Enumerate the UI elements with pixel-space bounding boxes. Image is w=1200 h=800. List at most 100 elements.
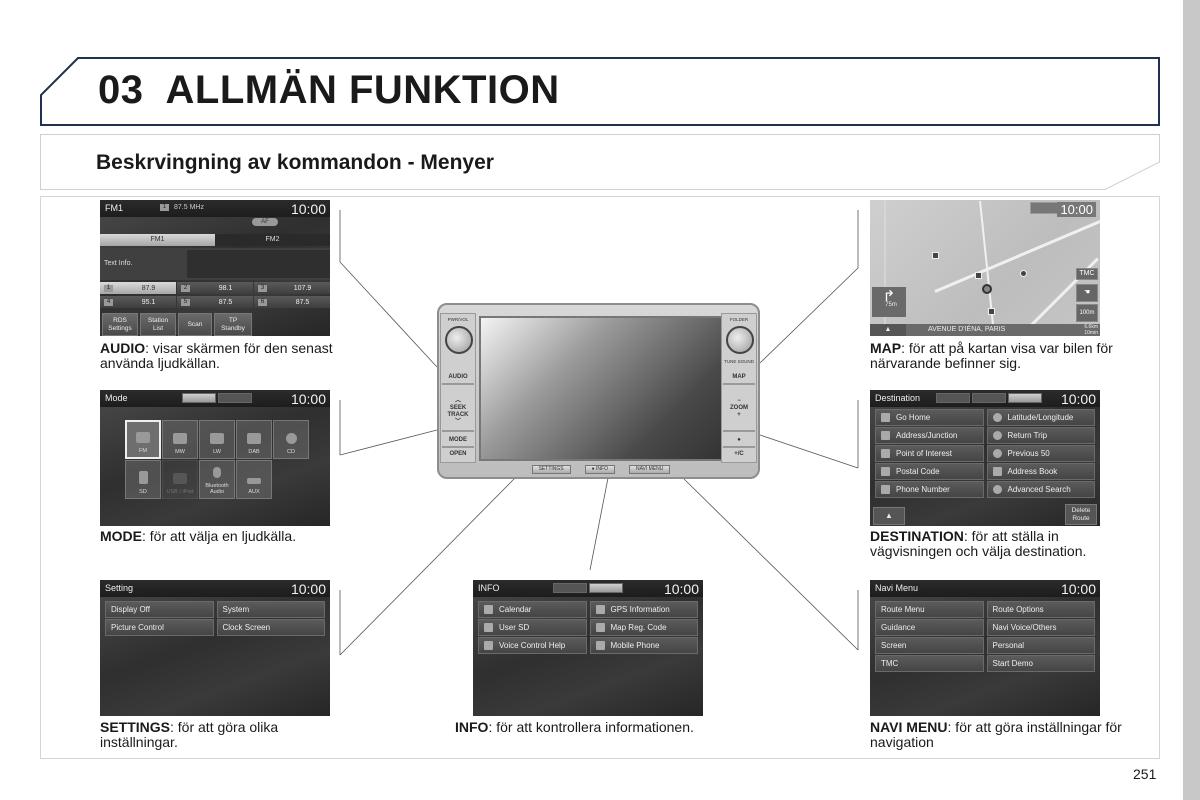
source-label: AUX bbox=[248, 489, 260, 495]
info-tab-2[interactable] bbox=[589, 583, 623, 593]
source-aux[interactable]: AUX bbox=[236, 460, 272, 499]
trip-info: 6.6km 10min bbox=[1084, 324, 1098, 336]
station-list-button[interactable]: Station List bbox=[140, 313, 176, 336]
postal-code-button[interactable]: Postal Code bbox=[875, 463, 984, 480]
tmc-button[interactable]: TMC bbox=[875, 655, 984, 672]
section-title: Beskrvingning av kommandon - Menyer bbox=[96, 151, 494, 174]
zoom-button[interactable]: − ZOOM + bbox=[723, 392, 755, 432]
mode-hard-button[interactable]: MODE bbox=[442, 437, 474, 448]
source-usb-ipod[interactable]: USB / iPod bbox=[162, 460, 198, 499]
poi-icon[interactable] bbox=[975, 272, 982, 279]
info-hard-button[interactable]: ● INFO bbox=[584, 465, 615, 474]
preset-1[interactable]: 1 87.9 bbox=[100, 282, 176, 294]
mobile-phone-button[interactable]: Mobile Phone bbox=[589, 637, 698, 654]
address-icon bbox=[881, 431, 890, 440]
preset-3[interactable]: 3 107.9 bbox=[254, 282, 330, 294]
go-home-button[interactable]: Go Home bbox=[875, 409, 984, 426]
dest-tab-2[interactable] bbox=[972, 393, 1006, 403]
user-sd-button[interactable]: User SD bbox=[478, 619, 587, 636]
settings-screen: Setting 10:00 Display Off System Picture… bbox=[100, 580, 330, 716]
tune-sound-label: TUNE SOUND bbox=[724, 359, 754, 364]
display-off-button[interactable]: Display Off bbox=[105, 601, 214, 618]
rds-settings-button[interactable]: RDS Settings bbox=[102, 313, 138, 336]
map-reg-code-button[interactable]: Map Reg. Code bbox=[589, 619, 698, 636]
poi-icon[interactable] bbox=[988, 308, 995, 315]
scale-button[interactable]: 100m bbox=[1076, 304, 1098, 322]
navi-menu-hard-button[interactable]: NAVI MENU bbox=[628, 465, 671, 474]
preset-value: 87.5 bbox=[295, 298, 310, 306]
delete-route-button[interactable]: Delete Route bbox=[1065, 504, 1097, 525]
caption-text: : för att kontrollera informationen. bbox=[488, 719, 694, 735]
envelope-icon bbox=[881, 467, 890, 476]
tp-standby-button[interactable]: TP Standby bbox=[214, 313, 252, 336]
preset-num: 1 bbox=[104, 284, 113, 292]
disc-icon bbox=[285, 433, 297, 444]
radio-icon bbox=[136, 432, 150, 443]
mode-tab-2[interactable] bbox=[218, 393, 252, 403]
latitude-longitude-button[interactable]: Latitude/Longitude bbox=[986, 409, 1095, 426]
plus-c-button[interactable]: +/C bbox=[723, 451, 755, 460]
previous-50-button[interactable]: Previous 50 bbox=[986, 445, 1095, 462]
clock-screen-button[interactable]: Clock Screen bbox=[216, 619, 325, 636]
settings-hard-button[interactable]: SETTINGS bbox=[531, 465, 571, 474]
scroll-hand-button[interactable]: ☚ bbox=[1076, 284, 1098, 302]
caption-key: MODE bbox=[100, 528, 142, 544]
preset-4[interactable]: 4 95.1 bbox=[100, 296, 176, 308]
preset-6[interactable]: 6 87.5 bbox=[254, 296, 330, 308]
map-up-button[interactable]: ▲ bbox=[870, 324, 906, 336]
map-hard-button[interactable]: MAP bbox=[723, 374, 755, 385]
route-options-button[interactable]: Route Options bbox=[986, 601, 1095, 618]
preset-2[interactable]: 2 98.1 bbox=[177, 282, 253, 294]
source-bluetooth-audio[interactable]: Bluetooth Audio bbox=[199, 460, 235, 499]
destination-up-button[interactable]: ▲ bbox=[873, 507, 905, 525]
route-menu-button[interactable]: Route Menu bbox=[875, 601, 984, 618]
personal-button[interactable]: Personal bbox=[986, 637, 1095, 654]
voice-button[interactable]: ● bbox=[723, 437, 755, 448]
chevron-down-icon: ﹀ bbox=[454, 419, 461, 425]
open-button[interactable]: OPEN bbox=[442, 451, 474, 460]
gps-information-button[interactable]: GPS Information bbox=[589, 601, 698, 618]
caption-text: : för att på kartan visa var bilen för n… bbox=[870, 340, 1113, 371]
preset-5[interactable]: 5 87.5 bbox=[177, 296, 253, 308]
start-demo-button[interactable]: Start Demo bbox=[986, 655, 1095, 672]
source-cd[interactable]: CD bbox=[273, 420, 309, 459]
screen-button[interactable]: Screen bbox=[875, 637, 984, 654]
dest-tab-3[interactable] bbox=[1008, 393, 1042, 403]
af-button[interactable]: AF bbox=[252, 218, 278, 226]
source-sd[interactable]: SD bbox=[125, 460, 161, 499]
caption-key: INFO bbox=[455, 719, 489, 735]
tab-fm2[interactable]: FM2 bbox=[215, 234, 330, 246]
seek-track-button[interactable]: ︿ SEEK TRACK ﹀ bbox=[442, 392, 474, 432]
calendar-button[interactable]: Calendar bbox=[478, 601, 587, 618]
pwr-vol-knob[interactable] bbox=[445, 326, 473, 354]
address-book-button[interactable]: Address Book bbox=[986, 463, 1095, 480]
tmc-button[interactable]: TMC bbox=[1076, 268, 1098, 280]
poi-icon[interactable] bbox=[932, 252, 939, 259]
dab-icon bbox=[247, 433, 261, 444]
system-button[interactable]: System bbox=[216, 601, 325, 618]
text-info-panel: Text Info. bbox=[100, 248, 330, 280]
source-fm[interactable]: FM bbox=[125, 420, 161, 459]
source-mw[interactable]: MW bbox=[162, 420, 198, 459]
voice-control-help-button[interactable]: Voice Control Help bbox=[478, 637, 587, 654]
advanced-search-button[interactable]: Advanced Search bbox=[986, 481, 1095, 498]
return-trip-button[interactable]: Return Trip bbox=[986, 427, 1095, 444]
source-lw[interactable]: LW bbox=[199, 420, 235, 459]
audio-hard-button[interactable]: AUDIO bbox=[442, 374, 474, 385]
source-dab[interactable]: DAB bbox=[236, 420, 272, 459]
folder-tune-knob[interactable] bbox=[726, 326, 754, 354]
dest-tab-1[interactable] bbox=[936, 393, 970, 403]
address-junction-button[interactable]: Address/Junction bbox=[875, 427, 984, 444]
point-of-interest-button[interactable]: Point of Interest bbox=[875, 445, 984, 462]
mode-tab-1[interactable] bbox=[182, 393, 216, 403]
info-tab-1[interactable] bbox=[553, 583, 587, 593]
menu-label: Address/Junction bbox=[896, 431, 958, 440]
scan-button[interactable]: Scan bbox=[178, 313, 212, 336]
navi-voice-others-button[interactable]: Navi Voice/Others bbox=[986, 619, 1095, 636]
plus-icon: + bbox=[737, 412, 741, 418]
phone-number-button[interactable]: Phone Number bbox=[875, 481, 984, 498]
picture-control-button[interactable]: Picture Control bbox=[105, 619, 214, 636]
guidance-button[interactable]: Guidance bbox=[875, 619, 984, 636]
tab-fm1[interactable]: FM1 bbox=[100, 234, 215, 246]
poi-icon[interactable] bbox=[1020, 270, 1027, 277]
